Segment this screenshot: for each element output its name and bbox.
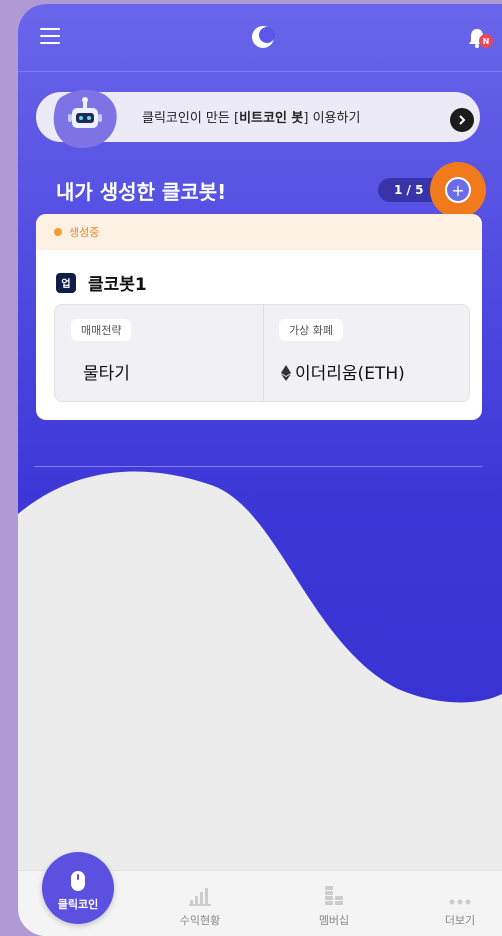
notification-button[interactable]: N [468, 28, 496, 52]
coins-icon [325, 886, 343, 905]
status-dot-icon [54, 228, 62, 236]
bot-name: 클코봇1 [88, 275, 147, 295]
section-title: 내가 생성한 클코봇! [56, 180, 227, 204]
nav-label-membership: 멤버십 [318, 914, 350, 927]
nav-item-earnings[interactable]: 수익현황 [160, 884, 240, 928]
more-dots-icon [449, 899, 471, 905]
banner-arrow-button[interactable] [450, 108, 474, 132]
add-bot-button[interactable]: + [445, 177, 471, 203]
top-bar: N [18, 4, 502, 72]
nav-label-earnings: 수익현황 [179, 914, 221, 927]
ethereum-icon [281, 365, 291, 381]
nav-label-more: 더보기 [444, 914, 476, 927]
top-divider [18, 71, 502, 72]
currency-value-row: 이더리움(ETH) [281, 359, 405, 384]
app-screen: N 클릭코인이 만든 [비트코인 봇] 이용하기 내가 생성한 클코봇! 1 /… [18, 4, 502, 936]
notification-badge: N [479, 34, 493, 48]
wave-shape [18, 471, 502, 714]
bot-info-box: 매매전략 물타기 가상 화폐 이더리움(ETH) [54, 304, 470, 402]
bar-chart-icon [189, 888, 211, 906]
banner-text: 클릭코인이 만든 [비트코인 봇] 이용하기 [142, 111, 361, 126]
bot-name-row: 업 클코봇1 [56, 270, 147, 295]
nav-item-membership[interactable]: 멤버십 [294, 884, 374, 928]
exchange-badge: 업 [56, 272, 76, 293]
bot-card[interactable]: 생성중 업 클코봇1 매매전략 물타기 가상 화폐 이더리움(ETH) [36, 214, 482, 420]
nav-main-label: 클릭코인 [57, 898, 99, 911]
currency-column: 가상 화폐 이더리움(ETH) [263, 305, 469, 401]
mouse-icon [71, 871, 85, 891]
status-bar: 생성중 [36, 214, 482, 250]
hamburger-menu-icon[interactable] [40, 28, 60, 44]
app-logo-icon[interactable] [250, 24, 276, 50]
nav-clickcoin-button[interactable]: 클릭코인 [42, 852, 114, 924]
chevron-right-icon [459, 115, 466, 125]
robot-icon [53, 89, 117, 148]
currency-label: 가상 화폐 [279, 319, 343, 341]
currency-value: 이더리움(ETH) [295, 364, 405, 384]
hero-divider [34, 466, 482, 467]
strategy-column: 매매전략 물타기 [55, 305, 264, 401]
strategy-label: 매매전략 [71, 319, 132, 341]
status-text: 생성중 [69, 226, 100, 239]
strategy-value: 물타기 [83, 364, 130, 384]
nav-item-more[interactable]: 더보기 [420, 884, 500, 928]
